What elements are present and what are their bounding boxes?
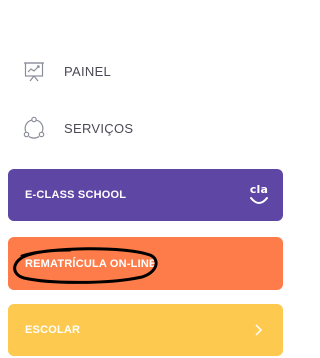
nav-item-label: PAINEL bbox=[64, 63, 112, 79]
card-label: ESCOLAR bbox=[25, 324, 81, 336]
nav-item-label: SERVIÇOS bbox=[64, 120, 134, 136]
nav-item-painel[interactable]: PAINEL bbox=[22, 59, 111, 83]
logo-text: cla bbox=[250, 183, 268, 196]
escolar-button[interactable]: ESCOLAR bbox=[8, 304, 283, 356]
chevron-right-icon bbox=[255, 324, 263, 336]
rematricula-online-button[interactable]: REMATRÍCULA ON-LINE bbox=[8, 237, 283, 290]
eclass-school-button[interactable]: E-CLASS SCHOOL cla bbox=[8, 169, 283, 221]
presentation-board-icon bbox=[22, 59, 46, 83]
cla-logo-icon: cla bbox=[250, 183, 268, 204]
nav-item-servicos[interactable]: SERVIÇOS bbox=[22, 116, 133, 140]
hand-drawn-oval-highlight bbox=[13, 247, 158, 284]
cycle-nodes-icon bbox=[22, 116, 46, 140]
